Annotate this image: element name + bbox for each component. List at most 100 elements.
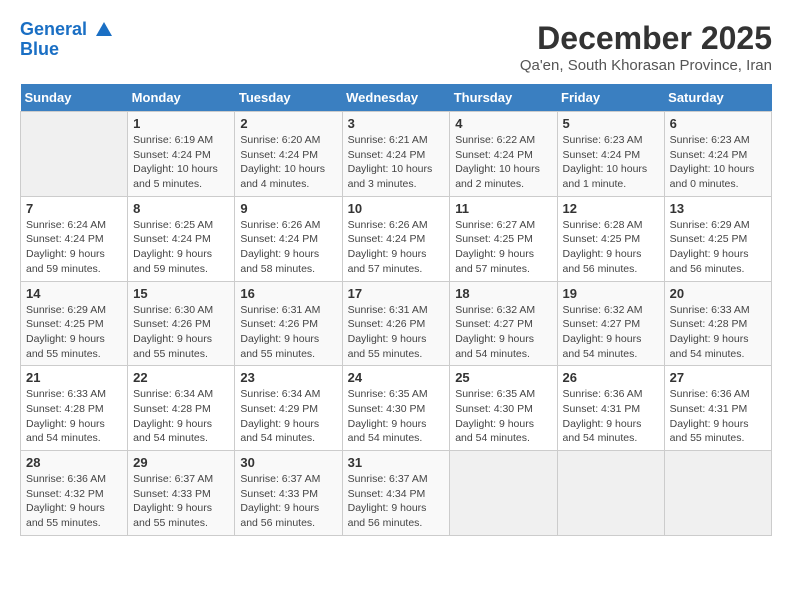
day-info: Sunrise: 6:26 AM Sunset: 4:24 PM Dayligh… <box>348 218 445 277</box>
weekday-header-sunday: Sunday <box>21 84 128 112</box>
day-info: Sunrise: 6:32 AM Sunset: 4:27 PM Dayligh… <box>563 303 659 362</box>
calendar-cell <box>450 451 557 536</box>
weekday-header-saturday: Saturday <box>664 84 771 112</box>
day-info: Sunrise: 6:23 AM Sunset: 4:24 PM Dayligh… <box>563 133 659 192</box>
day-number: 21 <box>26 370 122 385</box>
day-info: Sunrise: 6:35 AM Sunset: 4:30 PM Dayligh… <box>348 387 445 446</box>
calendar-cell: 8 Sunrise: 6:25 AM Sunset: 4:24 PM Daylig… <box>128 196 235 281</box>
day-info: Sunrise: 6:23 AM Sunset: 4:24 PM Dayligh… <box>670 133 766 192</box>
calendar-cell: 24 Sunrise: 6:35 AM Sunset: 4:30 PM Dayli… <box>342 366 450 451</box>
logo: General Blue <box>20 20 114 60</box>
day-info: Sunrise: 6:34 AM Sunset: 4:28 PM Dayligh… <box>133 387 229 446</box>
calendar-cell: 2Sunrise: 6:20 AM Sunset: 4:24 PM Daylig… <box>235 112 342 197</box>
day-info: Sunrise: 6:27 AM Sunset: 4:25 PM Dayligh… <box>455 218 551 277</box>
calendar-cell: 10 Sunrise: 6:26 AM Sunset: 4:24 PM Dayli… <box>342 196 450 281</box>
day-number: 31 <box>348 455 445 470</box>
day-number: 1 <box>133 116 229 131</box>
calendar-cell: 14 Sunrise: 6:29 AM Sunset: 4:25 PM Dayli… <box>21 281 128 366</box>
day-info: Sunrise: 6:37 AM Sunset: 4:33 PM Dayligh… <box>240 472 336 531</box>
calendar-cell: 9 Sunrise: 6:26 AM Sunset: 4:24 PM Daylig… <box>235 196 342 281</box>
day-number: 9 <box>240 201 336 216</box>
calendar-cell: 21 Sunrise: 6:33 AM Sunset: 4:28 PM Dayli… <box>21 366 128 451</box>
calendar-week-row: 21 Sunrise: 6:33 AM Sunset: 4:28 PM Dayli… <box>21 366 772 451</box>
day-info: Sunrise: 6:31 AM Sunset: 4:26 PM Dayligh… <box>240 303 336 362</box>
day-info: Sunrise: 6:31 AM Sunset: 4:26 PM Dayligh… <box>348 303 445 362</box>
day-number: 3 <box>348 116 445 131</box>
calendar-cell: 30 Sunrise: 6:37 AM Sunset: 4:33 PM Dayli… <box>235 451 342 536</box>
day-info: Sunrise: 6:34 AM Sunset: 4:29 PM Dayligh… <box>240 387 336 446</box>
day-number: 8 <box>133 201 229 216</box>
logo-text: General Blue <box>20 20 114 60</box>
calendar-cell: 11 Sunrise: 6:27 AM Sunset: 4:25 PM Dayli… <box>450 196 557 281</box>
calendar-cell: 16 Sunrise: 6:31 AM Sunset: 4:26 PM Dayli… <box>235 281 342 366</box>
day-info: Sunrise: 6:30 AM Sunset: 4:26 PM Dayligh… <box>133 303 229 362</box>
calendar-cell: 5Sunrise: 6:23 AM Sunset: 4:24 PM Daylig… <box>557 112 664 197</box>
day-number: 16 <box>240 286 336 301</box>
day-number: 10 <box>348 201 445 216</box>
day-info: Sunrise: 6:22 AM Sunset: 4:24 PM Dayligh… <box>455 133 551 192</box>
day-info: Sunrise: 6:26 AM Sunset: 4:24 PM Dayligh… <box>240 218 336 277</box>
day-info: Sunrise: 6:29 AM Sunset: 4:25 PM Dayligh… <box>670 218 766 277</box>
day-number: 13 <box>670 201 766 216</box>
calendar-cell: 26Sunrise: 6:36 AM Sunset: 4:31 PM Dayli… <box>557 366 664 451</box>
calendar-cell: 13 Sunrise: 6:29 AM Sunset: 4:25 PM Dayli… <box>664 196 771 281</box>
calendar-cell: 17 Sunrise: 6:31 AM Sunset: 4:26 PM Dayli… <box>342 281 450 366</box>
day-number: 30 <box>240 455 336 470</box>
day-info: Sunrise: 6:20 AM Sunset: 4:24 PM Dayligh… <box>240 133 336 192</box>
calendar-cell: 22 Sunrise: 6:34 AM Sunset: 4:28 PM Dayli… <box>128 366 235 451</box>
weekday-header-wednesday: Wednesday <box>342 84 450 112</box>
day-number: 19 <box>563 286 659 301</box>
calendar-cell <box>557 451 664 536</box>
weekday-header-tuesday: Tuesday <box>235 84 342 112</box>
calendar-cell: 23 Sunrise: 6:34 AM Sunset: 4:29 PM Dayli… <box>235 366 342 451</box>
logo-general: General <box>20 19 87 39</box>
calendar-cell <box>21 112 128 197</box>
day-number: 7 <box>26 201 122 216</box>
calendar-cell: 27Sunrise: 6:36 AM Sunset: 4:31 PM Dayli… <box>664 366 771 451</box>
weekday-header-monday: Monday <box>128 84 235 112</box>
day-number: 11 <box>455 201 551 216</box>
day-info: Sunrise: 6:25 AM Sunset: 4:24 PM Dayligh… <box>133 218 229 277</box>
logo-blue: Blue <box>20 39 59 59</box>
day-number: 26 <box>563 370 659 385</box>
day-number: 12 <box>563 201 659 216</box>
calendar-cell: 1 Sunrise: 6:19 AM Sunset: 4:24 PM Daylig… <box>128 112 235 197</box>
day-number: 20 <box>670 286 766 301</box>
day-number: 28 <box>26 455 122 470</box>
weekday-header-thursday: Thursday <box>450 84 557 112</box>
day-number: 14 <box>26 286 122 301</box>
day-number: 17 <box>348 286 445 301</box>
logo-icon <box>94 20 114 40</box>
day-info: Sunrise: 6:24 AM Sunset: 4:24 PM Dayligh… <box>26 218 122 277</box>
day-number: 15 <box>133 286 229 301</box>
calendar-cell: 31 Sunrise: 6:37 AM Sunset: 4:34 PM Dayli… <box>342 451 450 536</box>
day-info: Sunrise: 6:36 AM Sunset: 4:32 PM Dayligh… <box>26 472 122 531</box>
month-title: December 2025 <box>520 20 772 57</box>
day-number: 24 <box>348 370 445 385</box>
calendar-cell: 7 Sunrise: 6:24 AM Sunset: 4:24 PM Daylig… <box>21 196 128 281</box>
header: General Blue December 2025 Qa'en, South … <box>20 20 772 74</box>
calendar-cell: 12 Sunrise: 6:28 AM Sunset: 4:25 PM Dayli… <box>557 196 664 281</box>
calendar-cell: 3 Sunrise: 6:21 AM Sunset: 4:24 PM Daylig… <box>342 112 450 197</box>
day-info: Sunrise: 6:33 AM Sunset: 4:28 PM Dayligh… <box>670 303 766 362</box>
calendar-cell: 6 Sunrise: 6:23 AM Sunset: 4:24 PM Daylig… <box>664 112 771 197</box>
day-number: 22 <box>133 370 229 385</box>
day-number: 23 <box>240 370 336 385</box>
location-subtitle: Qa'en, South Khorasan Province, Iran <box>520 57 772 74</box>
day-info: Sunrise: 6:32 AM Sunset: 4:27 PM Dayligh… <box>455 303 551 362</box>
calendar-cell: 29Sunrise: 6:37 AM Sunset: 4:33 PM Dayli… <box>128 451 235 536</box>
calendar-week-row: 28 Sunrise: 6:36 AM Sunset: 4:32 PM Dayli… <box>21 451 772 536</box>
day-info: Sunrise: 6:37 AM Sunset: 4:34 PM Dayligh… <box>348 472 445 531</box>
day-info: Sunrise: 6:28 AM Sunset: 4:25 PM Dayligh… <box>563 218 659 277</box>
day-info: Sunrise: 6:29 AM Sunset: 4:25 PM Dayligh… <box>26 303 122 362</box>
day-info: Sunrise: 6:33 AM Sunset: 4:28 PM Dayligh… <box>26 387 122 446</box>
calendar-cell: 25Sunrise: 6:35 AM Sunset: 4:30 PM Dayli… <box>450 366 557 451</box>
calendar-week-row: 7 Sunrise: 6:24 AM Sunset: 4:24 PM Daylig… <box>21 196 772 281</box>
day-info: Sunrise: 6:36 AM Sunset: 4:31 PM Dayligh… <box>670 387 766 446</box>
day-number: 25 <box>455 370 551 385</box>
weekday-header-row: SundayMondayTuesdayWednesdayThursdayFrid… <box>21 84 772 112</box>
day-info: Sunrise: 6:21 AM Sunset: 4:24 PM Dayligh… <box>348 133 445 192</box>
day-number: 6 <box>670 116 766 131</box>
day-info: Sunrise: 6:19 AM Sunset: 4:24 PM Dayligh… <box>133 133 229 192</box>
calendar-cell: 18Sunrise: 6:32 AM Sunset: 4:27 PM Dayli… <box>450 281 557 366</box>
